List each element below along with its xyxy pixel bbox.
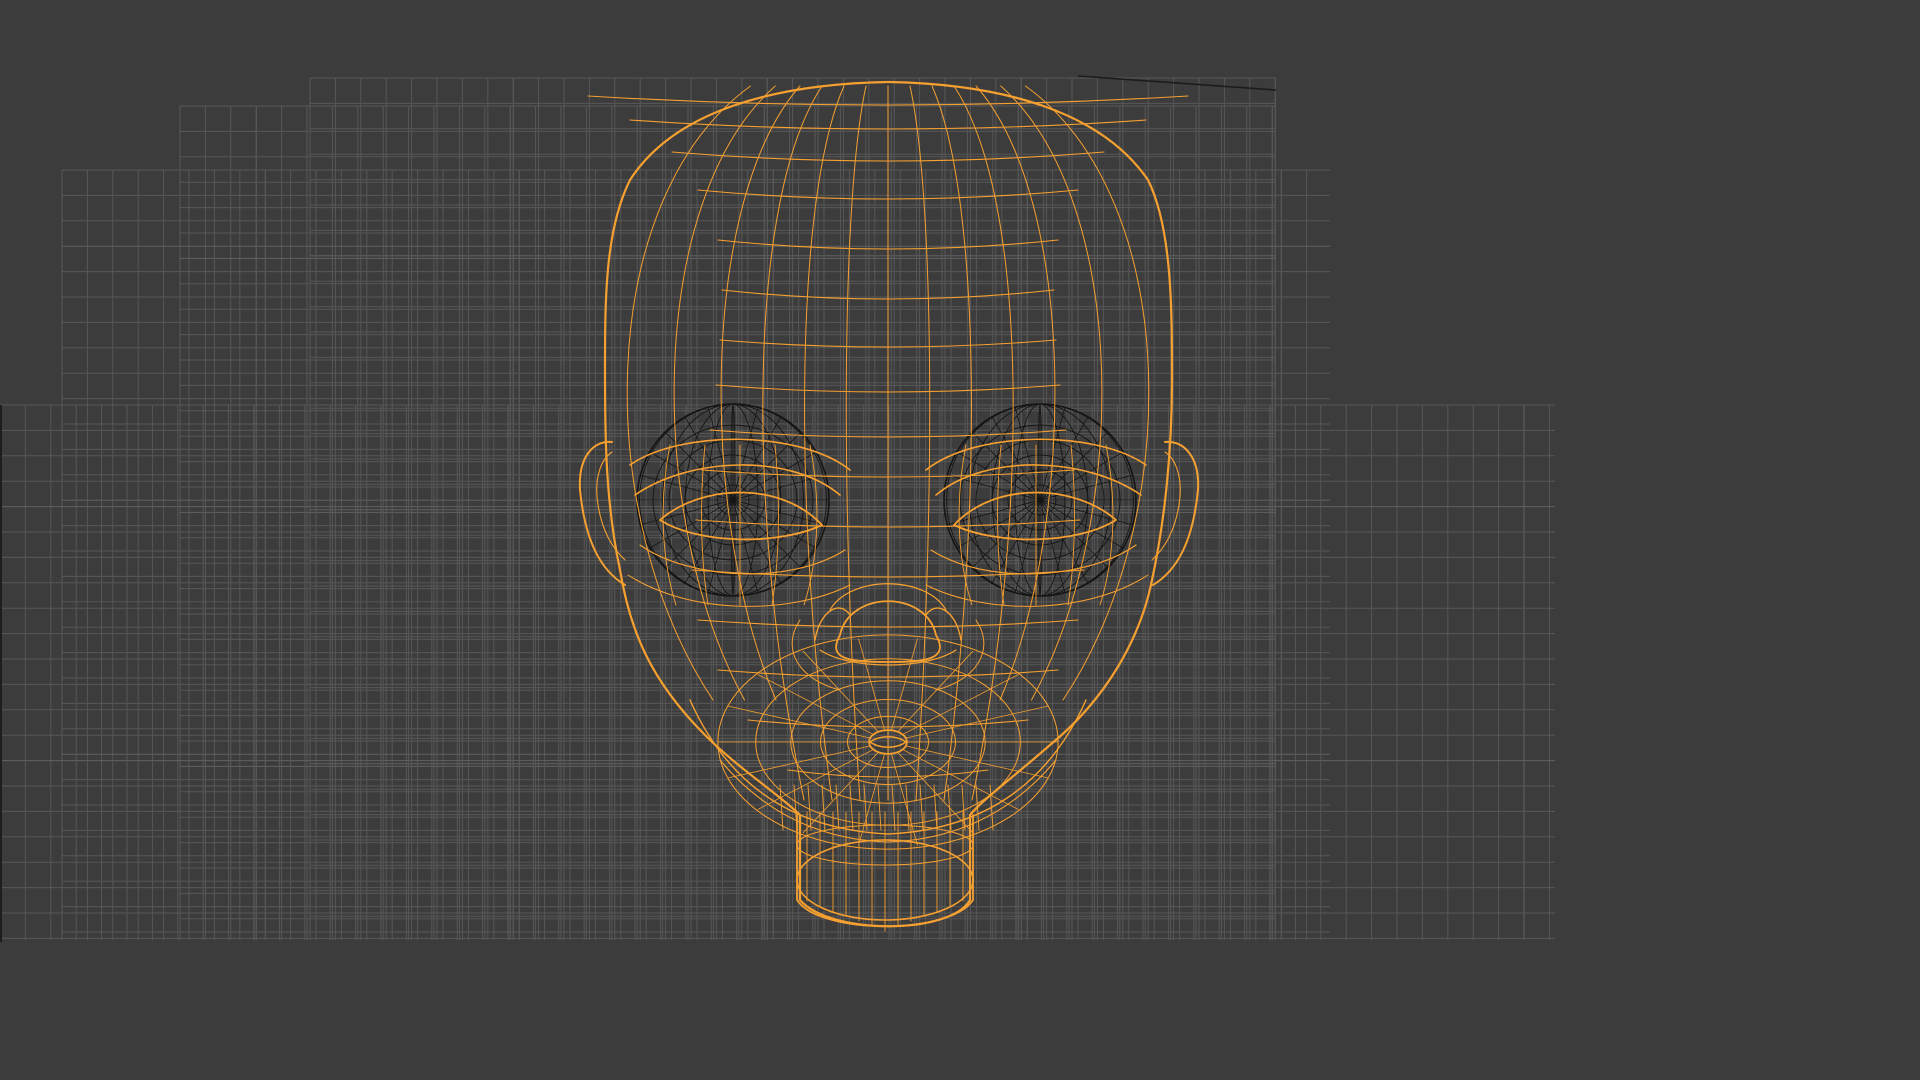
eyeball-left-mesh[interactable] [636, 403, 830, 597]
3d-viewport[interactable] [0, 0, 1920, 1080]
mouth-spoke [896, 650, 974, 733]
viewport-grid [0, 77, 1555, 942]
mouth-spoke [802, 650, 880, 733]
viewport-canvas[interactable] [0, 0, 1920, 1080]
ear-right-inner [1151, 451, 1181, 561]
